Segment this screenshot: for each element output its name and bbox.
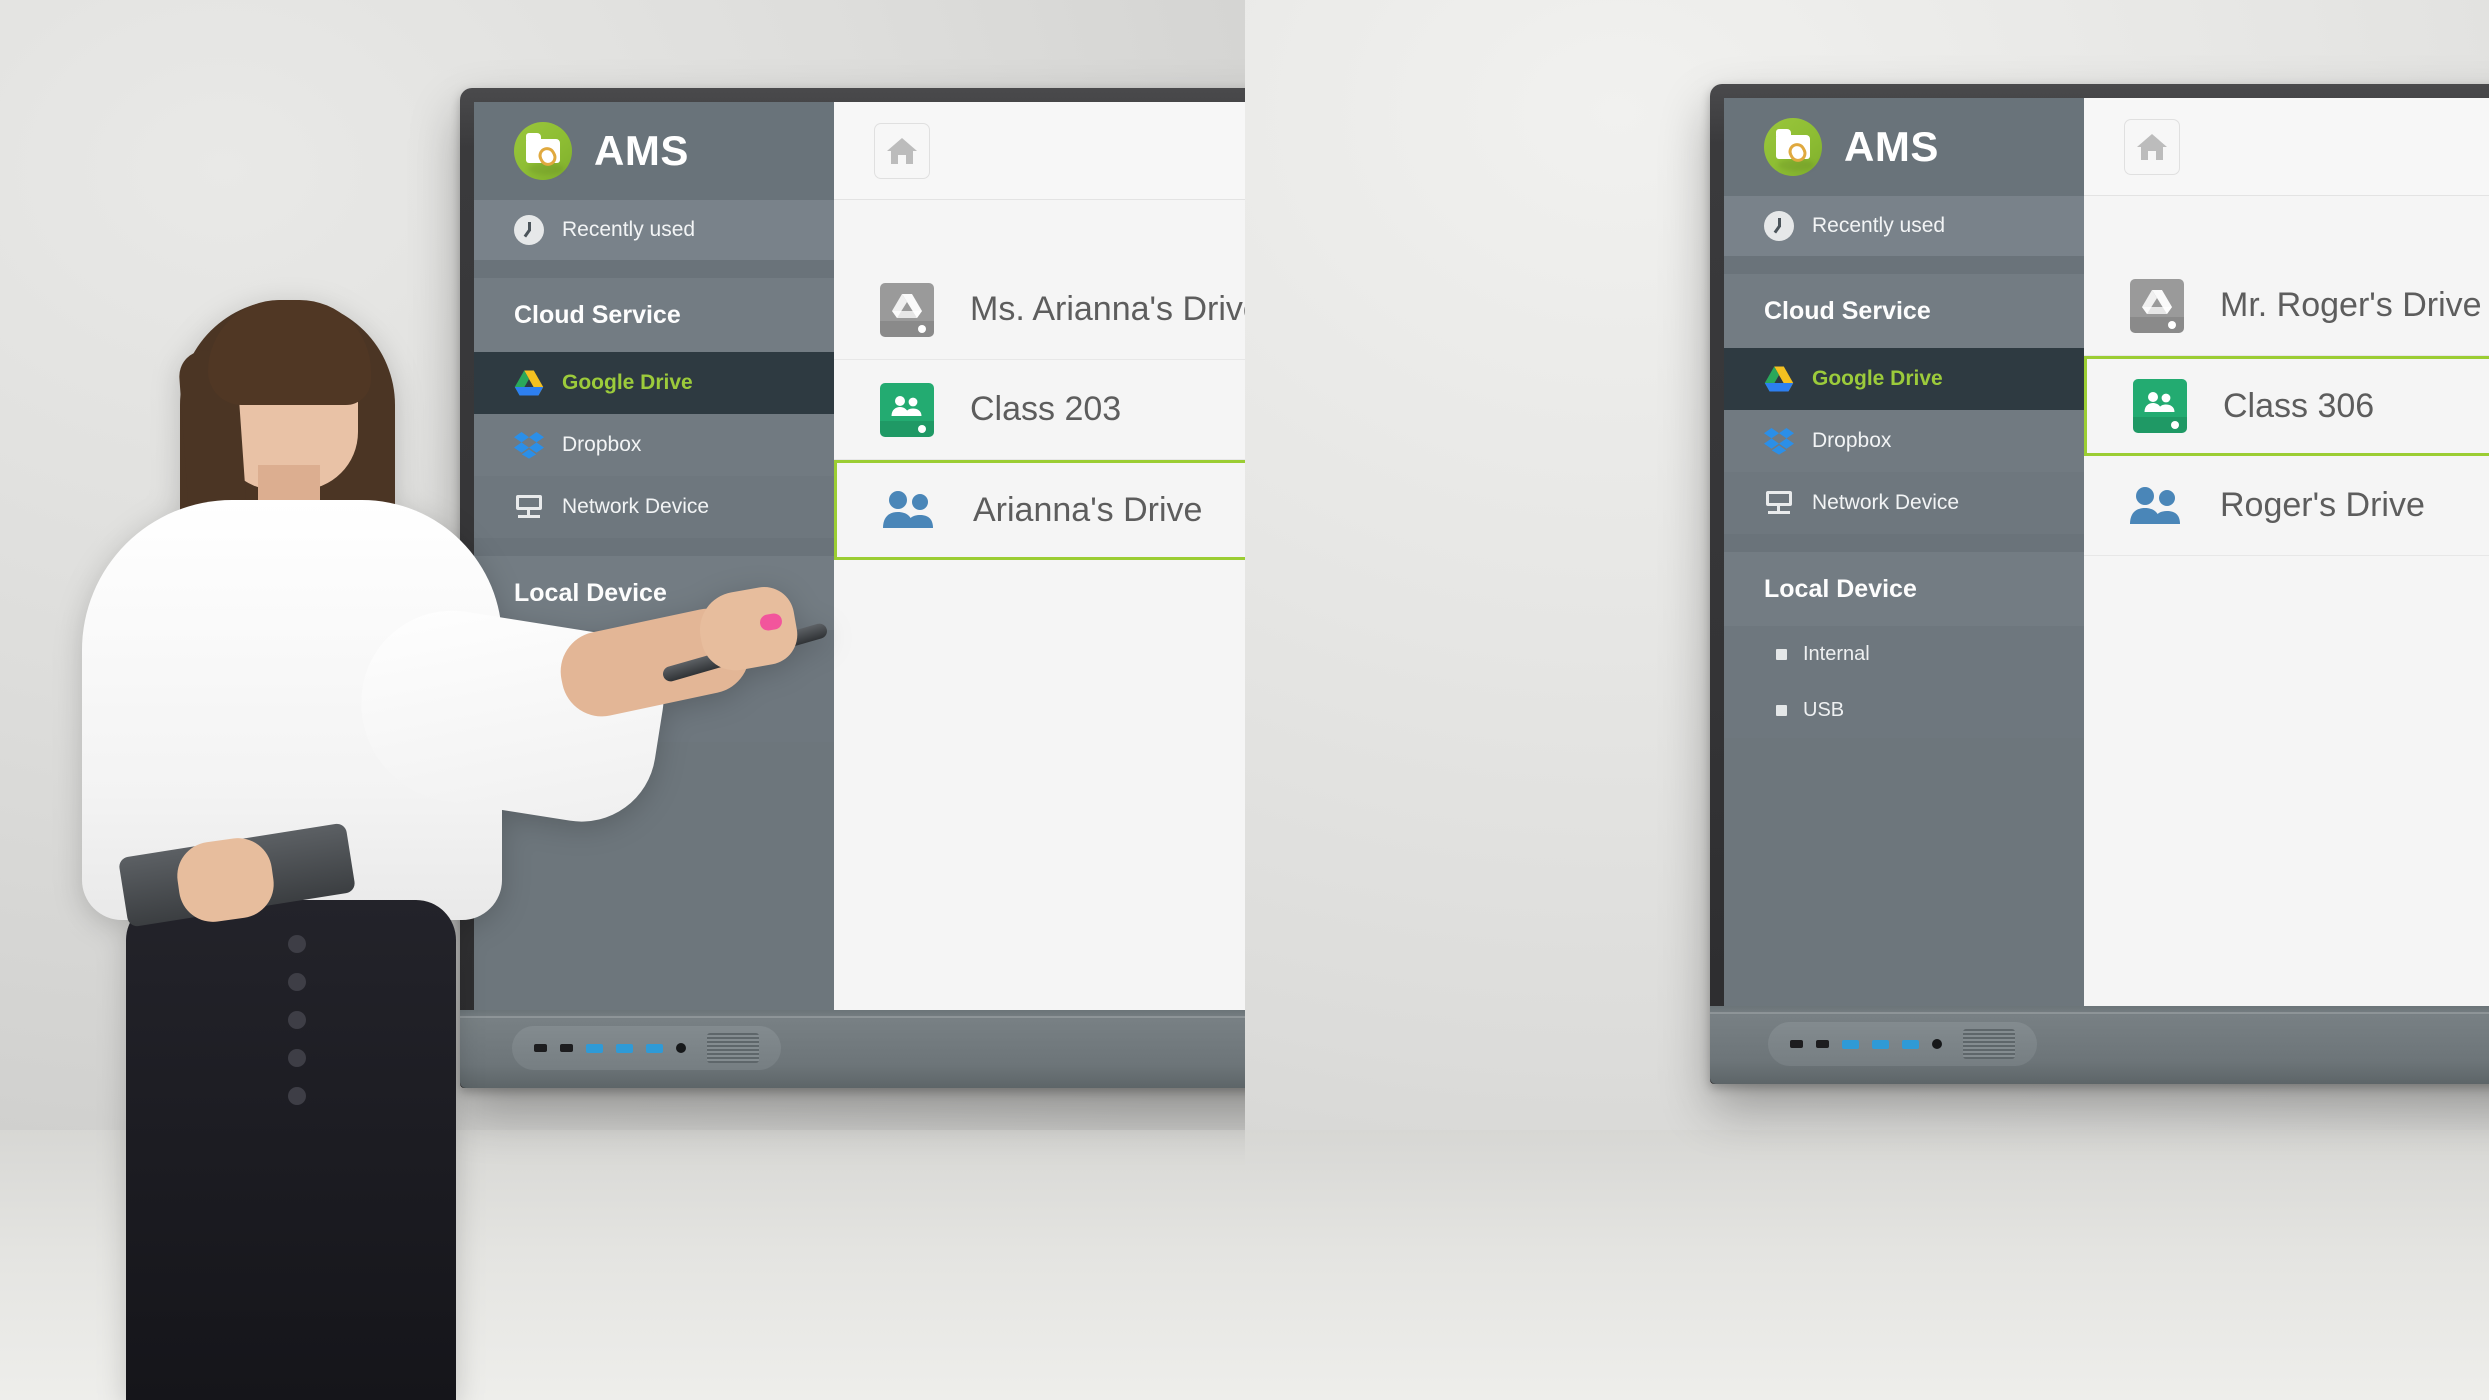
speaker-grille-icon bbox=[707, 1033, 759, 1063]
home-button[interactable] bbox=[874, 122, 930, 179]
photo-panel-left: AMS Recently used Cloud Service Google D… bbox=[0, 0, 1245, 1400]
usb-port-icon bbox=[1902, 1039, 1919, 1049]
list-item[interactable]: Mr. Roger's Drive bbox=[2084, 256, 2489, 356]
usb-icon bbox=[1776, 704, 1787, 716]
folder-clip-icon bbox=[1764, 118, 1822, 176]
app-title: AMS bbox=[594, 127, 689, 174]
sidebar-item-internal[interactable]: Internal bbox=[1724, 626, 2084, 682]
sidebar-group-local-device: Local Device bbox=[1724, 552, 2084, 626]
app-title: AMS bbox=[1844, 123, 1939, 170]
sidebar-item-label: Dropbox bbox=[1812, 429, 1892, 452]
sidebar-item-google-drive[interactable]: Google Drive bbox=[1724, 348, 2084, 410]
ams-content: Mr. Roger's Drive Class 306 Roger's Driv… bbox=[2084, 98, 2489, 1006]
drive-hdd-icon bbox=[880, 282, 934, 337]
floor bbox=[1245, 1130, 2489, 1400]
dropbox-icon bbox=[1764, 427, 1794, 455]
list-item-label: Arianna's Drive bbox=[973, 490, 1203, 529]
sidebar-item-label: Google Drive bbox=[562, 371, 693, 394]
network-device-icon bbox=[1764, 491, 1794, 515]
sidebar-item-label: Recently used bbox=[562, 218, 696, 241]
io-port-panel bbox=[1768, 1022, 2037, 1066]
list-item[interactable]: Roger's Drive bbox=[2084, 456, 2489, 556]
list-item-label: Class 306 bbox=[2223, 386, 2375, 425]
list-item[interactable]: Class 203 bbox=[834, 360, 1245, 460]
list-item-label: Roger's Drive bbox=[2220, 486, 2425, 524]
sidebar-item-network-device[interactable]: Network Device bbox=[1724, 472, 2084, 534]
list-item[interactable]: Arianna's Drive bbox=[834, 460, 1245, 560]
usb-port-icon bbox=[646, 1043, 663, 1053]
drive-hdd-icon bbox=[2130, 278, 2184, 333]
audio-jack-icon bbox=[1932, 1039, 1942, 1049]
display-chin-bar bbox=[1710, 1006, 2489, 1084]
ams-content: Ms. Arianna's Drive Class 203 Arianna's … bbox=[834, 102, 1245, 1010]
sidebar-item-label: USB bbox=[1803, 698, 1845, 721]
sidebar-item-label: Network Device bbox=[562, 495, 710, 518]
hdmi-port-icon bbox=[1816, 1040, 1829, 1048]
sidebar-item-label: Network Device bbox=[1812, 491, 1960, 514]
content-toolbar bbox=[834, 102, 1245, 200]
usb-port-icon bbox=[616, 1043, 633, 1053]
usb-b-port-icon bbox=[586, 1043, 603, 1053]
screenshot-stage: AMS Recently used Cloud Service Google D… bbox=[0, 0, 2489, 1400]
sidebar-item-label: Google Drive bbox=[1812, 367, 1943, 390]
internal-storage-icon bbox=[1776, 648, 1787, 660]
list-item[interactable]: Ms. Arianna's Drive bbox=[834, 260, 1245, 360]
list-item-label: Mr. Roger's Drive bbox=[2220, 286, 2482, 324]
sidebar-item-usb[interactable]: USB bbox=[1724, 682, 2084, 738]
sidebar-item-label: Recently used bbox=[1812, 214, 1946, 237]
display-screen: AMS Recently used Cloud Service Google D… bbox=[1724, 98, 2489, 1006]
power-port-icon bbox=[1790, 1040, 1803, 1048]
clock-icon bbox=[1764, 211, 1794, 241]
usb-port-icon bbox=[1872, 1039, 1889, 1049]
home-icon bbox=[2137, 133, 2167, 160]
sidebar-group-cloud-service: Cloud Service bbox=[1724, 274, 2084, 348]
list-item[interactable]: Class 306 bbox=[2084, 356, 2489, 456]
class-hdd-icon bbox=[880, 382, 934, 437]
class-hdd-icon bbox=[2133, 379, 2187, 433]
people-icon bbox=[2130, 486, 2184, 526]
drive-list: Mr. Roger's Drive Class 306 Roger's Driv… bbox=[2084, 256, 2489, 556]
interactive-display-right: AMS Recently used Cloud Service Google D… bbox=[1710, 84, 2489, 1084]
google-drive-icon bbox=[1764, 366, 1794, 392]
ams-header: AMS bbox=[1724, 98, 2084, 196]
home-button[interactable] bbox=[2124, 118, 2180, 175]
sidebar-item-dropbox[interactable]: Dropbox bbox=[1724, 410, 2084, 472]
speaker-grille-icon bbox=[1963, 1029, 2015, 1059]
sidebar-divider bbox=[1724, 256, 2084, 274]
photo-panel-right: AMS Recently used Cloud Service Google D… bbox=[1245, 0, 2489, 1400]
home-icon bbox=[887, 137, 917, 164]
drive-list: Ms. Arianna's Drive Class 203 Arianna's … bbox=[834, 260, 1245, 560]
sidebar-divider bbox=[1724, 534, 2084, 552]
display-screen: AMS Recently used Cloud Service Google D… bbox=[474, 102, 1245, 1010]
sidebar-item-label: Internal bbox=[1803, 642, 1870, 665]
person-presenter-left bbox=[60, 0, 829, 1400]
sidebar-item-recently-used[interactable]: Recently used bbox=[1724, 196, 2084, 256]
audio-jack-icon bbox=[676, 1043, 686, 1053]
people-icon bbox=[883, 490, 937, 530]
list-item-label: Ms. Arianna's Drive bbox=[970, 290, 1245, 328]
content-toolbar bbox=[2084, 98, 2489, 196]
list-item-label: Class 203 bbox=[970, 390, 1122, 428]
ams-sidebar: AMS Recently used Cloud Service Google D… bbox=[1724, 98, 2084, 1006]
usb-b-port-icon bbox=[1842, 1039, 1859, 1049]
